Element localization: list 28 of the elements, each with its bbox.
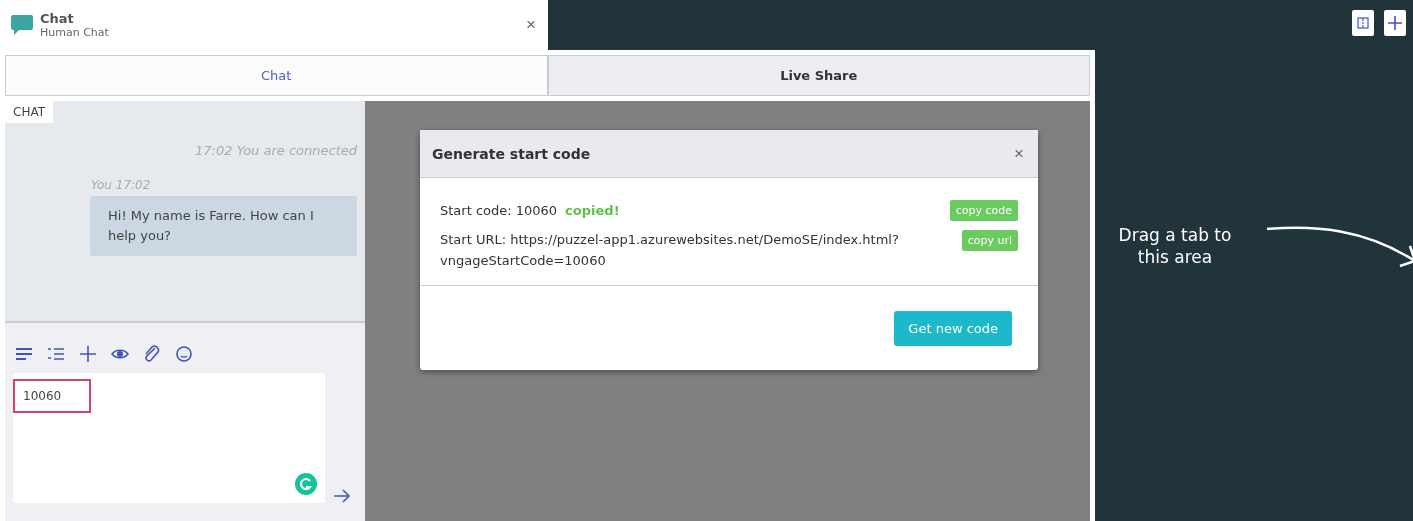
add-button[interactable] bbox=[1384, 10, 1406, 36]
smiley-icon[interactable] bbox=[175, 345, 193, 363]
message-meta: You 17:02 bbox=[91, 178, 152, 192]
start-code-text: Start code: 10060 bbox=[440, 203, 558, 218]
dialog-close-button[interactable]: × bbox=[1012, 143, 1026, 164]
chat-bubble-icon bbox=[10, 13, 34, 37]
split-view-button[interactable] bbox=[1352, 10, 1374, 36]
start-url-text: Start URL: https://puzzel-app1.azurewebsites.net/DemoSE/index.html?vngageStartCode=10060 bbox=[440, 230, 900, 270]
dialog-title: Generate start code bbox=[432, 145, 592, 162]
tab[interactable]: Chat bbox=[5, 55, 548, 96]
send-arrow-icon[interactable] bbox=[333, 489, 351, 503]
message-bubble: Hi! My name is Farre. How can I help you? bbox=[90, 196, 357, 257]
chat-label: CHAT bbox=[5, 101, 53, 123]
status-message: 17:02 You are connected bbox=[194, 143, 357, 158]
window-title: Chat bbox=[40, 11, 75, 26]
close-button[interactable]: × bbox=[524, 15, 538, 35]
copied-text: copied! bbox=[565, 203, 620, 218]
split-view-icon bbox=[1357, 17, 1369, 29]
plus-icon[interactable] bbox=[79, 345, 97, 363]
list-icon[interactable] bbox=[47, 345, 65, 363]
paperclip-icon[interactable] bbox=[143, 345, 161, 363]
message-input[interactable]: 10060 bbox=[13, 379, 91, 413]
grammarly-icon bbox=[295, 473, 317, 495]
drop-hint: Drag a tab to this area bbox=[1117, 223, 1233, 269]
window-subtitle: Human Chat bbox=[40, 26, 110, 39]
text-align-icon[interactable] bbox=[15, 345, 33, 363]
plus-icon bbox=[1388, 16, 1402, 30]
tab[interactable]: Live Share bbox=[547, 55, 1090, 96]
